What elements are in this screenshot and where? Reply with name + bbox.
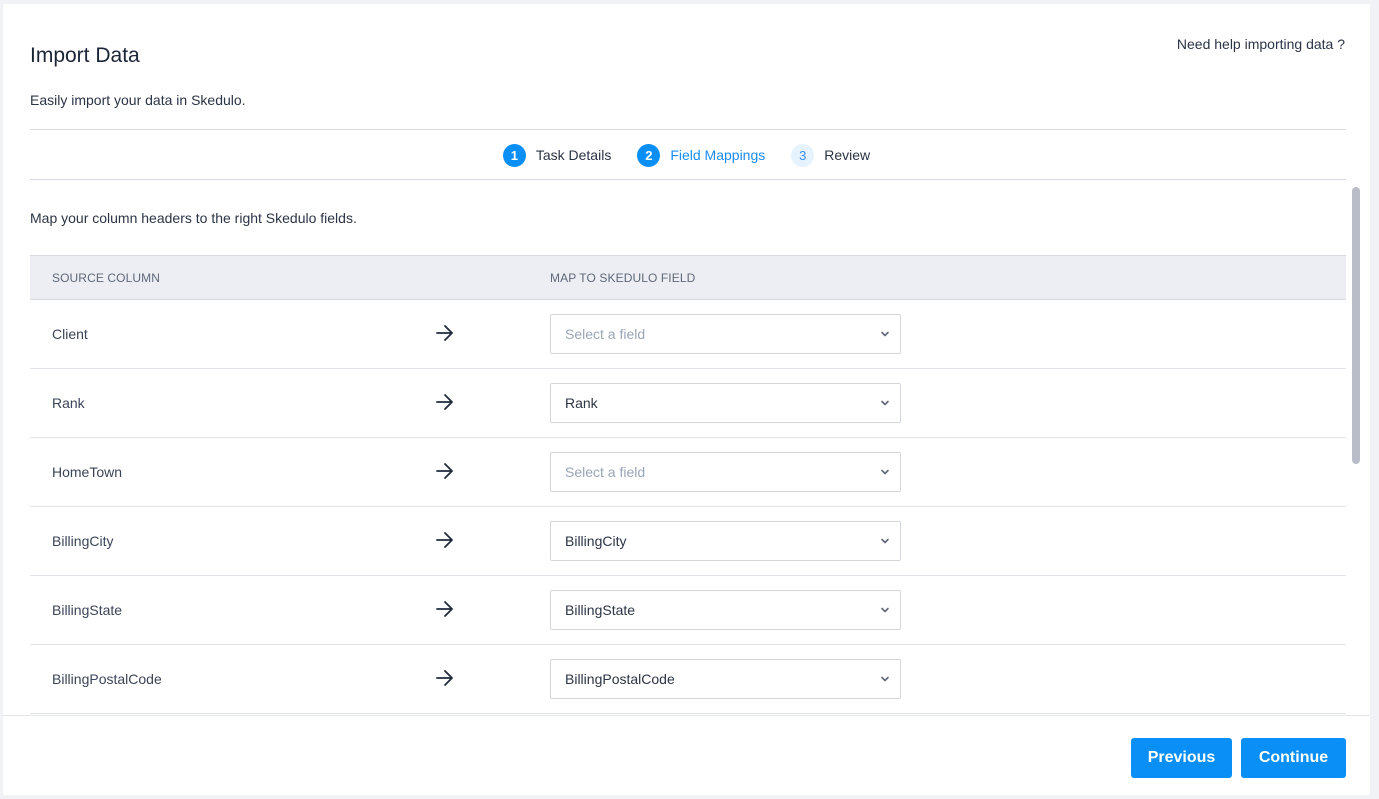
field-select-value: Rank [565,395,598,411]
chevron-down-icon [881,538,889,544]
source-column-name: HomeTown [52,464,123,480]
footer: Previous Continue [3,715,1370,795]
step-label: Field Mappings [670,147,766,163]
stepper: 1 Task Details 2 Field Mappings 3 Review [3,131,1370,179]
mapping-instructions: Map your column headers to the right Ske… [30,210,357,226]
table-header: SOURCE COLUMN MAP TO SKEDULO FIELD [30,255,1346,300]
table-row: BillingCity BillingCity [30,507,1346,576]
chevron-down-icon [881,676,889,682]
chevron-down-icon [881,469,889,475]
source-column-name: BillingState [52,602,123,618]
scrollbar[interactable] [1352,184,1360,715]
table-row: BillingState BillingState [30,576,1346,645]
field-select-value: BillingPostalCode [565,671,675,687]
field-select[interactable]: Select a field [550,314,901,354]
previous-button[interactable]: Previous [1131,738,1232,778]
field-select[interactable]: Rank [550,383,901,423]
field-select[interactable]: BillingCity [550,521,901,561]
field-select[interactable]: Select a field [550,452,901,492]
step-task-details[interactable]: 1 Task Details [502,143,612,167]
step-review[interactable]: 3 Review [791,143,871,167]
continue-button[interactable]: Continue [1241,738,1346,778]
field-select-value: BillingCity [565,533,627,549]
mapping-table: SOURCE COLUMN MAP TO SKEDULO FIELD Clien… [30,255,1346,714]
step-number-badge: 3 [791,143,815,167]
import-data-panel: Import Data Need help importing data ? E… [3,4,1370,795]
divider [30,179,1346,180]
step-number-badge: 1 [502,143,526,167]
field-select-value: Select a field [565,464,646,480]
table-row: BillingPostalCode BillingPostalCode [30,645,1346,714]
step-label: Task Details [535,147,612,163]
divider [30,129,1346,130]
source-column-name: Client [52,326,88,342]
arrow-right-icon [436,601,453,617]
arrow-right-icon [436,394,453,410]
step-field-mappings[interactable]: 2 Field Mappings [637,143,766,167]
source-column-name: Rank [52,395,85,411]
help-link[interactable]: Need help importing data ? [1177,36,1345,52]
chevron-down-icon [881,331,889,337]
arrow-right-icon [436,463,453,479]
source-column-name: BillingPostalCode [52,671,162,687]
chevron-down-icon [881,400,889,406]
table-row: Rank Rank [30,369,1346,438]
table-row: Client Select a field [30,300,1346,369]
field-select[interactable]: BillingPostalCode [550,659,901,699]
step-number-badge: 2 [637,143,661,167]
column-header-source: SOURCE COLUMN [52,270,160,285]
arrow-right-icon [436,325,453,341]
source-column-name: BillingCity [52,533,114,549]
scrollbar-thumb[interactable] [1352,187,1360,464]
page-subtitle: Easily import your data in Skedulo. [30,92,246,108]
column-header-target: MAP TO SKEDULO FIELD [550,270,696,285]
page-title: Import Data [30,44,140,67]
step-label: Review [824,147,871,163]
mapping-scroll-area: Map your column headers to the right Ske… [3,184,1370,715]
field-select-value: Select a field [565,326,646,342]
field-select[interactable]: BillingState [550,590,901,630]
table-row: HomeTown Select a field [30,438,1346,507]
arrow-right-icon [436,532,453,548]
arrow-right-icon [436,670,453,686]
field-select-value: BillingState [565,602,636,618]
chevron-down-icon [881,607,889,613]
